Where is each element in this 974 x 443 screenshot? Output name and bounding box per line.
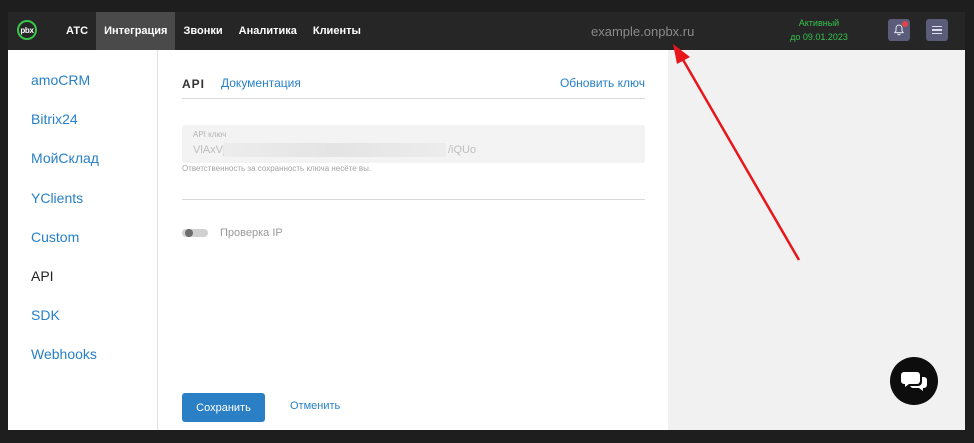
tab-documentation[interactable]: Документация: [221, 76, 301, 90]
api-key-value-end: /iQUo: [448, 144, 477, 156]
api-settings-panel: API Документация Обновить ключ API ключ …: [158, 50, 668, 430]
sidebar-item-bitrix24[interactable]: Bitrix24: [31, 111, 78, 127]
nav-item-ats[interactable]: АТС: [58, 12, 96, 50]
nav-item-integration[interactable]: Интеграция: [96, 12, 176, 50]
sidebar-item-webhooks[interactable]: Webhooks: [31, 346, 97, 362]
api-key-blur-mask: [224, 143, 446, 157]
sidebar-item-api[interactable]: API: [31, 268, 54, 284]
sidebar-item-sdk[interactable]: SDK: [31, 307, 60, 323]
integration-sidebar: amoCRM Bitrix24 МойСклад YClients Custom…: [8, 50, 158, 430]
subscription-status: Активный до 09.01.2023: [784, 16, 854, 44]
account-domain: example.onpbx.ru: [591, 24, 695, 39]
cancel-button[interactable]: Отменить: [290, 400, 340, 412]
save-button[interactable]: Сохранить: [182, 393, 265, 422]
chat-icon: [901, 372, 927, 391]
chat-widget-button[interactable]: [890, 357, 938, 405]
ip-check-label: Проверка IP: [220, 227, 283, 239]
api-key-label: API ключ: [193, 130, 227, 139]
status-until-date: до 09.01.2023: [790, 32, 848, 42]
api-key-hint: Ответственность за сохранность ключа нес…: [182, 164, 372, 173]
status-label: Активный: [798, 18, 840, 28]
notification-dot: [902, 21, 908, 27]
divider: [182, 199, 645, 200]
sidebar-item-yclients[interactable]: YClients: [31, 190, 83, 206]
notifications-button[interactable]: [888, 19, 910, 41]
refresh-key-link[interactable]: Обновить ключ: [560, 76, 645, 90]
divider: [182, 98, 645, 99]
tab-api[interactable]: API: [182, 77, 205, 91]
ip-check-toggle[interactable]: [182, 229, 208, 237]
hamburger-icon: [932, 24, 942, 37]
app-window: pbx АТС Интеграция Звонки Аналитика Клие…: [8, 12, 965, 430]
nav-item-calls[interactable]: Звонки: [175, 12, 230, 50]
nav-item-clients[interactable]: Клиенты: [305, 12, 369, 50]
main-nav: АТС Интеграция Звонки Аналитика Клиенты: [58, 12, 369, 50]
pbx-logo[interactable]: pbx: [17, 20, 37, 40]
sidebar-item-amocrm[interactable]: amoCRM: [31, 72, 90, 88]
sidebar-item-custom[interactable]: Custom: [31, 229, 79, 245]
top-navbar: pbx АТС Интеграция Звонки Аналитика Клие…: [8, 12, 965, 50]
api-key-field[interactable]: API ключ VlAxVjF /iQUo: [182, 125, 645, 163]
sidebar-item-moysklad[interactable]: МойСклад: [31, 150, 99, 166]
nav-item-analytics[interactable]: Аналитика: [231, 12, 305, 50]
toggle-knob: [185, 229, 193, 237]
menu-button[interactable]: [926, 19, 948, 41]
